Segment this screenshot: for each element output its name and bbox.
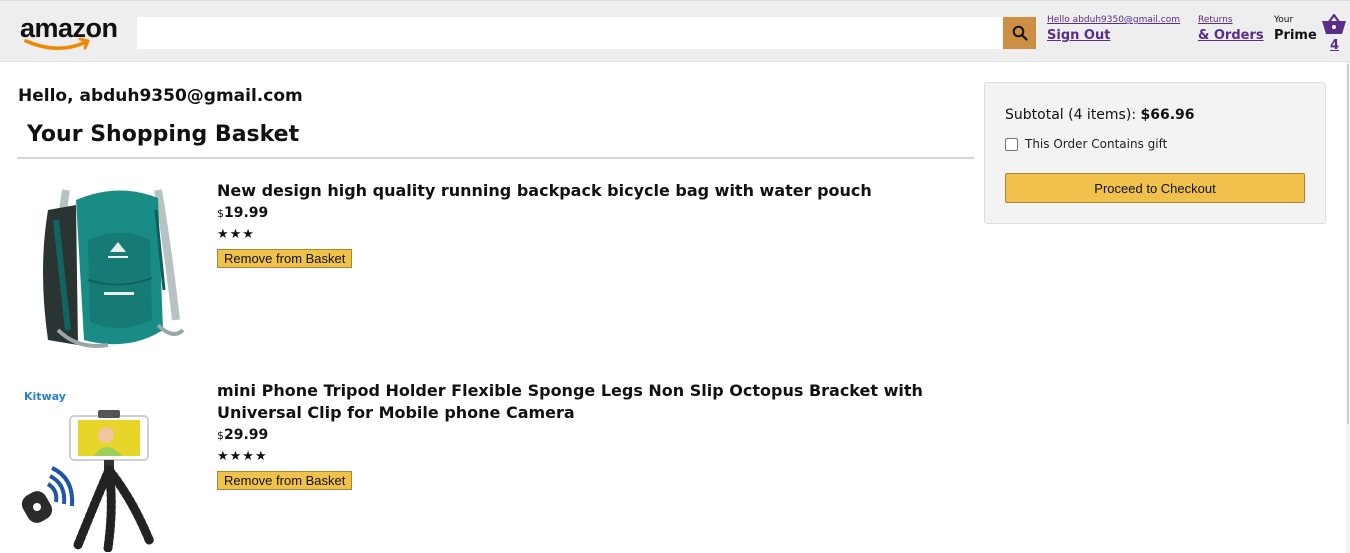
- checkout-greeting: Hello, abduh9350@gmail.com: [18, 86, 303, 106]
- tripod-product-image: Kitway: [18, 380, 198, 552]
- remove-from-basket-button[interactable]: Remove from Basket: [217, 471, 353, 490]
- basket-count[interactable]: 4: [1330, 39, 1339, 53]
- nav-account[interactable]: Hello abduh9350@gmail.com Sign Out: [1047, 13, 1180, 45]
- orders-link[interactable]: & Orders: [1198, 27, 1264, 45]
- sign-out-link[interactable]: Sign Out: [1047, 27, 1180, 45]
- product-price: $29.99: [217, 424, 967, 447]
- product-title[interactable]: New design high quality running backpack…: [217, 180, 967, 202]
- amazon-logo[interactable]: amazon: [20, 13, 120, 53]
- basket-title: Your Shopping Basket: [27, 122, 300, 147]
- nav-orders[interactable]: Returns & Orders: [1198, 13, 1264, 45]
- image-brand-text: Kitway: [24, 390, 66, 403]
- product-info: mini Phone Tripod Holder Flexible Sponge…: [217, 380, 967, 490]
- subtotal-line: Subtotal (4 items): $66.96: [1005, 105, 1195, 125]
- search-button[interactable]: [1003, 17, 1036, 49]
- product-price: $19.99: [217, 202, 967, 225]
- returns-link[interactable]: Returns: [1198, 13, 1264, 27]
- proceed-to-checkout-button[interactable]: Proceed to Checkout: [1005, 173, 1305, 203]
- product-rating: ★★★★: [217, 449, 268, 464]
- amazon-smile-icon: [24, 37, 90, 50]
- product-title[interactable]: mini Phone Tripod Holder Flexible Sponge…: [217, 380, 967, 424]
- price-currency: $: [217, 207, 224, 220]
- subtotal-box: Subtotal (4 items): $66.96 This Order Co…: [984, 82, 1326, 224]
- search-input[interactable]: [137, 17, 1003, 49]
- prime-line-one: Your: [1274, 15, 1294, 25]
- price-currency: $: [217, 429, 224, 442]
- header-basket[interactable]: 4: [1321, 13, 1349, 55]
- title-divider: [17, 157, 974, 159]
- price-amount: 19.99: [224, 205, 269, 221]
- header: amazon Hello abduh9350@gmail.com Sign Ou…: [0, 0, 1350, 62]
- gift-label[interactable]: This Order Contains gift: [1025, 136, 1167, 152]
- backpack-product-image: [18, 180, 198, 352]
- search-bar: [137, 17, 1036, 49]
- scrollbar-thumb[interactable]: [1347, 64, 1349, 424]
- nav-prime[interactable]: Your Prime: [1274, 13, 1317, 45]
- account-greeting[interactable]: Hello abduh9350@gmail.com: [1047, 13, 1180, 27]
- product-info: New design high quality running backpack…: [217, 180, 967, 268]
- gift-checkbox[interactable]: [1005, 137, 1018, 151]
- gift-option[interactable]: This Order Contains gift: [1005, 136, 1167, 152]
- search-icon: [1012, 25, 1028, 41]
- basket-icon: [1322, 13, 1346, 34]
- remove-from-basket-button[interactable]: Remove from Basket: [217, 249, 353, 268]
- price-amount: 29.99: [224, 427, 269, 443]
- subtotal-label: Subtotal (4 items):: [1005, 107, 1141, 123]
- subtotal-value: $66.96: [1140, 107, 1195, 123]
- prime-line-two: Prime: [1274, 28, 1317, 43]
- product-rating: ★★★: [217, 227, 255, 242]
